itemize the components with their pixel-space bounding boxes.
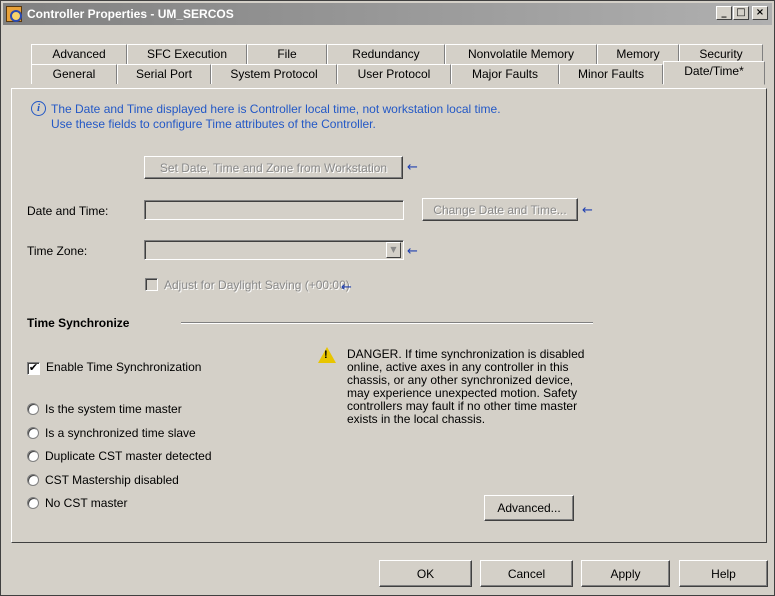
cancel-button[interactable]: Cancel	[480, 560, 573, 587]
maximize-button[interactable]: □	[733, 6, 749, 20]
app-icon	[6, 6, 22, 22]
tab-serial-port[interactable]: Serial Port	[117, 64, 211, 84]
info-line-2: Use these fields to configure Time attri…	[51, 117, 376, 131]
info-icon: i	[31, 101, 46, 116]
tab-file[interactable]: File	[247, 44, 327, 64]
tab-nonvolatile-memory[interactable]: Nonvolatile Memory	[445, 44, 597, 64]
apply-button[interactable]: Apply	[581, 560, 670, 587]
arrow-left-icon: ←	[407, 244, 418, 259]
arrow-left-icon: ←	[341, 280, 352, 295]
status-no-cst-master: No CST master	[45, 496, 128, 510]
chevron-down-icon[interactable]: ▼	[386, 242, 401, 258]
radio-system-time-master	[27, 403, 39, 415]
time-zone-label: Time Zone:	[27, 244, 88, 258]
date-time-field[interactable]	[144, 200, 404, 220]
title-bar[interactable]: Controller Properties - UM_SERCOS _ □ ×	[3, 3, 772, 25]
status-system-time-master: Is the system time master	[45, 402, 182, 416]
info-line-1: The Date and Time displayed here is Cont…	[51, 102, 501, 116]
ok-button[interactable]: OK	[379, 560, 472, 587]
tab-user-protocol[interactable]: User Protocol	[337, 64, 451, 84]
status-synchronized-time-slave: Is a synchronized time slave	[45, 426, 196, 440]
radio-duplicate-cst-master	[27, 450, 39, 462]
tab-redundancy[interactable]: Redundancy	[327, 44, 445, 64]
status-cst-mastership-disabled: CST Mastership disabled	[45, 473, 179, 487]
date-time-label: Date and Time:	[27, 204, 109, 218]
change-date-time-button[interactable]: Change Date and Time...	[422, 198, 578, 221]
set-from-workstation-button[interactable]: Set Date, Time and Zone from Workstation	[144, 156, 403, 179]
help-button[interactable]: Help	[679, 560, 768, 587]
tab-date-time[interactable]: Date/Time*	[663, 61, 765, 85]
group-divider	[181, 322, 593, 324]
tab-general[interactable]: General	[31, 64, 117, 84]
tab-minor-faults[interactable]: Minor Faults	[559, 64, 663, 84]
time-zone-select[interactable]	[144, 240, 404, 260]
daylight-saving-checkbox[interactable]	[145, 278, 158, 291]
danger-message: DANGER. If time synchronization is disab…	[347, 347, 585, 426]
time-synchronize-heading: Time Synchronize	[27, 316, 130, 330]
window-title: Controller Properties - UM_SERCOS	[27, 7, 234, 21]
arrow-left-icon: ←	[407, 160, 418, 175]
enable-time-sync-checkbox[interactable]: ✔	[27, 362, 40, 375]
arrow-left-icon: ←	[582, 203, 593, 218]
minimize-button[interactable]: _	[716, 6, 732, 20]
tab-system-protocol[interactable]: System Protocol	[211, 64, 337, 84]
tab-major-faults[interactable]: Major Faults	[451, 64, 559, 84]
daylight-saving-label: Adjust for Daylight Saving (+00:00)	[164, 278, 350, 292]
radio-synchronized-time-slave	[27, 427, 39, 439]
warning-mark: !	[324, 349, 328, 361]
tab-advanced[interactable]: Advanced	[31, 44, 127, 64]
controller-properties-dialog: Controller Properties - UM_SERCOS _ □ × …	[0, 0, 775, 596]
status-duplicate-cst-master: Duplicate CST master detected	[45, 449, 212, 463]
radio-no-cst-master	[27, 497, 39, 509]
tab-sfc-execution[interactable]: SFC Execution	[127, 44, 247, 64]
radio-cst-mastership-disabled	[27, 474, 39, 486]
close-button[interactable]: ×	[752, 6, 768, 20]
advanced-button[interactable]: Advanced...	[484, 495, 574, 521]
enable-time-sync-label: Enable Time Synchronization	[46, 360, 202, 374]
